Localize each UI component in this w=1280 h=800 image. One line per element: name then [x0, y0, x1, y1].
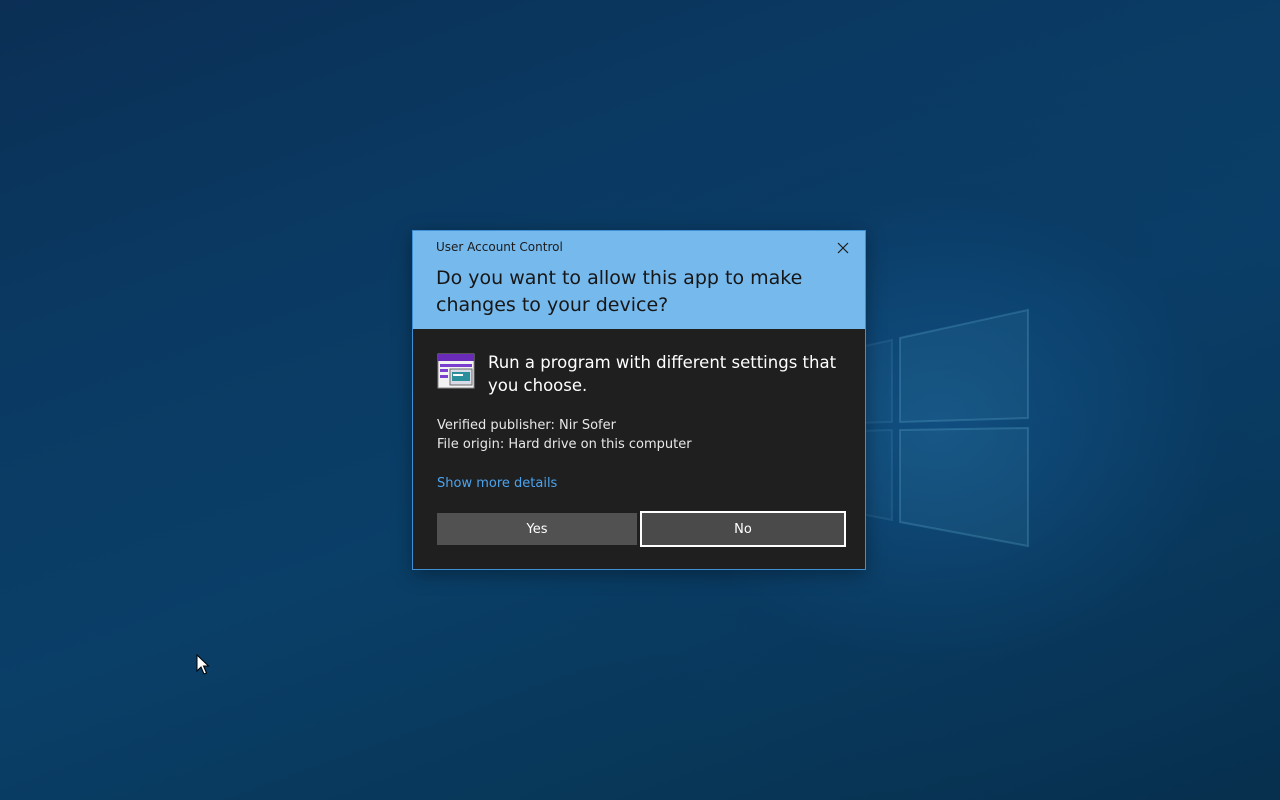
dialog-header: User Account Control Do you want to allo… — [413, 231, 865, 329]
app-description: Run a program with different settings th… — [488, 353, 837, 395]
dialog-question: Do you want to allow this app to make ch… — [436, 267, 803, 316]
verified-publisher: Verified publisher: Nir Sofer — [437, 418, 616, 433]
file-origin: File origin: Hard drive on this computer — [437, 437, 692, 452]
program-window-icon — [437, 353, 475, 389]
close-icon — [837, 242, 849, 254]
no-button[interactable]: No — [640, 511, 846, 547]
dialog-body: Run a program with different settings th… — [413, 329, 865, 569]
close-button[interactable] — [829, 237, 857, 259]
yes-button[interactable]: Yes — [437, 513, 637, 545]
uac-dialog: User Account Control Do you want to allo… — [412, 230, 866, 570]
mouse-cursor-icon — [196, 654, 210, 675]
show-more-details-link[interactable]: Show more details — [437, 476, 557, 491]
dialog-title: User Account Control — [436, 240, 563, 254]
